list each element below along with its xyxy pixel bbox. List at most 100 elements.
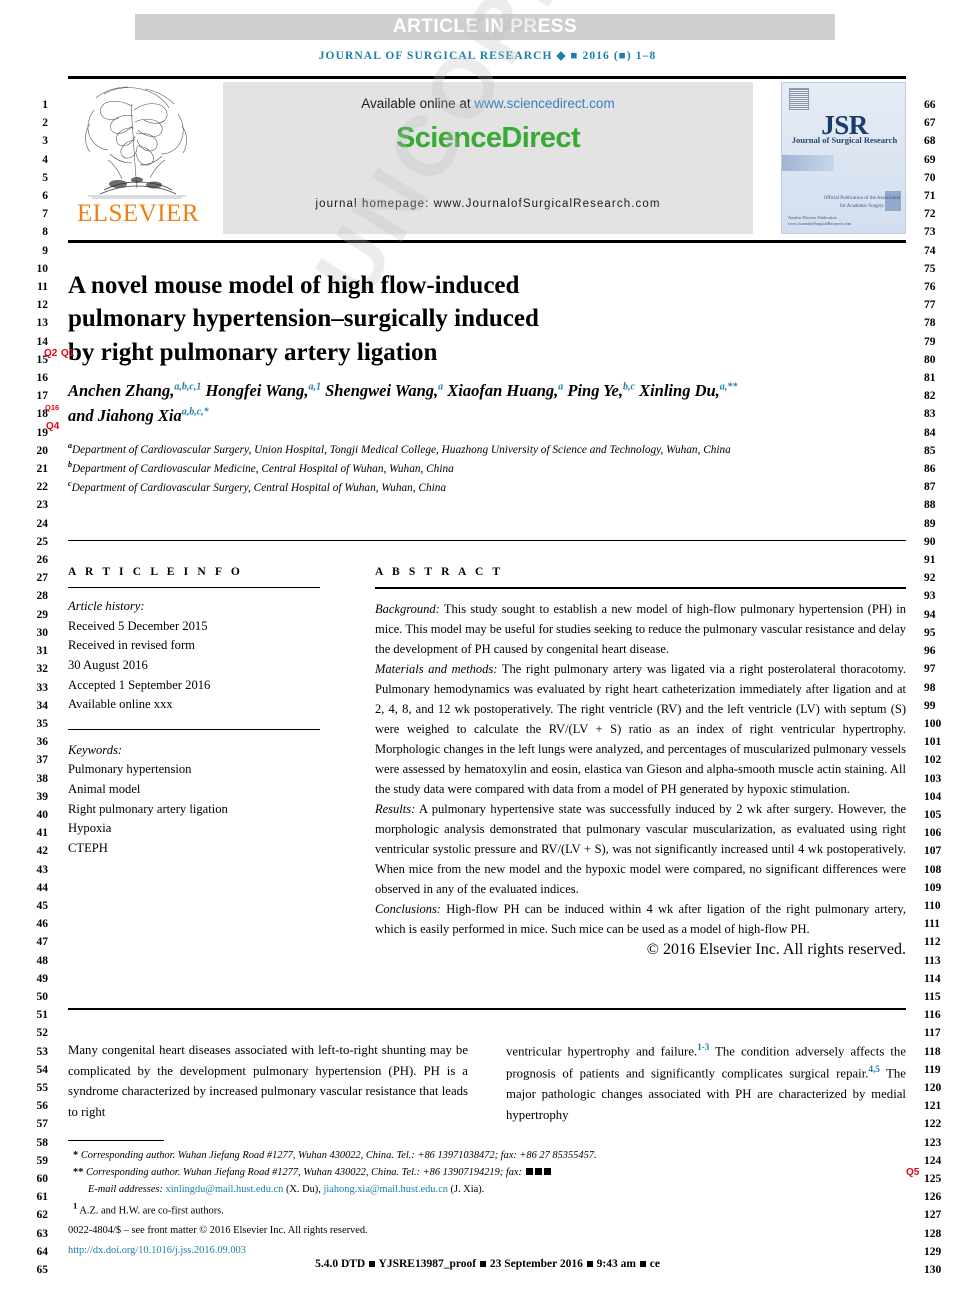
line-number: 96	[924, 645, 936, 658]
banner-divider-bottom	[68, 240, 906, 243]
line-number: 70	[924, 171, 936, 184]
email-link-xia[interactable]: jiahong.xia@mail.hust.edu.cn	[323, 1184, 447, 1195]
author-affiliation-marker: a,b,c,1	[174, 381, 202, 393]
line-number: 112	[924, 936, 941, 949]
line-number: 113	[924, 954, 941, 967]
abstract-section-text: This study sought to establish a new mod…	[375, 602, 906, 656]
author-name: Shengwei Wang,	[325, 381, 439, 400]
line-number: 77	[924, 299, 936, 312]
author-affiliation-marker: a	[558, 381, 564, 393]
cover-association-text: Official Publication of the Association …	[823, 196, 901, 209]
line-number: 6	[42, 190, 48, 203]
query-marker-q1[interactable]: Q1	[61, 348, 74, 359]
line-number: 19	[36, 426, 49, 439]
line-number: 44	[36, 881, 49, 894]
query-marker-q5[interactable]: Q5	[906, 1167, 919, 1178]
journal-homepage-link[interactable]: journal homepage: www.JournalofSurgicalR…	[223, 198, 753, 210]
line-number: 75	[924, 262, 936, 275]
line-number: 31	[36, 645, 49, 658]
line-number: 67	[924, 117, 936, 130]
author-affiliation-marker: a,b,c,*	[181, 406, 209, 418]
line-number: 12	[36, 299, 49, 312]
line-number: 72	[924, 208, 936, 221]
line-number: 4	[42, 153, 48, 166]
keywords-label: Keywords:	[68, 742, 123, 757]
line-number: 23	[36, 499, 49, 512]
keyword-item: Right pulmonary artery ligation	[68, 801, 228, 816]
email-addresses-label: E-mail addresses:	[88, 1183, 166, 1195]
abstract-section: Results: A pulmonary hypertensive state …	[375, 799, 906, 899]
query-marker-q4[interactable]: Q4	[46, 421, 59, 432]
cover-journal-subtitle: Journal of Surgical Research	[791, 135, 898, 145]
line-number: 110	[924, 899, 941, 912]
line-number: 61	[36, 1191, 49, 1204]
line-number: 81	[924, 372, 936, 385]
line-number: 118	[924, 1045, 941, 1058]
footer-separator-icon	[586, 1261, 593, 1267]
line-number: 100	[924, 717, 942, 730]
info-section-divider	[68, 540, 906, 541]
footnote-marker-single-asterisk: *	[73, 1150, 79, 1161]
line-number: 53	[36, 1045, 49, 1058]
abstract-copyright: © 2016 Elsevier Inc. All rights reserved…	[646, 941, 906, 958]
abstract-section: Background: This study sought to establi…	[375, 599, 906, 659]
author-affiliation-marker: a,1	[308, 381, 321, 393]
author-affiliation-marker: b,c	[623, 381, 635, 393]
abstract-section-text: A pulmonary hypertensive state was succe…	[375, 802, 906, 896]
footnote-divider	[68, 1140, 164, 1141]
author-list: Anchen Zhang,a,b,c,1 Hongfei Wang,a,1 Sh…	[68, 378, 748, 428]
line-number: 58	[36, 1136, 49, 1149]
sciencedirect-url-link[interactable]: www.sciencedirect.com	[474, 96, 614, 111]
abstract-column: A B S T R A C T Background: This study s…	[375, 566, 906, 959]
abstract-section-label: Materials and methods:	[375, 662, 498, 676]
footnote-block: * Corresponding author. Wuhan Jiefang Ro…	[68, 1148, 868, 1260]
footer-code: ce	[649, 1258, 660, 1270]
article-title-line-3: by right pulmonary artery ligation	[68, 338, 438, 366]
citation-reference[interactable]: 4,5	[868, 1064, 879, 1074]
line-number: 95	[924, 626, 936, 639]
line-number: 55	[36, 1081, 49, 1094]
journal-running-head: JOURNAL OF SURGICAL RESEARCH ◆ ■ 2016 (■…	[318, 50, 657, 62]
line-number: 63	[36, 1227, 49, 1240]
author-name: Xinling Du,	[639, 381, 720, 400]
elsevier-tree-emblem	[85, 86, 187, 199]
footnote-corresponding-2: ** Corresponding author. Wuhan Jiefang R…	[68, 1165, 868, 1182]
query-marker-q2[interactable]: Q2	[44, 348, 57, 359]
keyword-item: Pulmonary hypertension	[68, 762, 192, 777]
line-number: 73	[924, 226, 936, 239]
line-numbers-right: 66 67 68 69 70 71 72 73 74 75 76 77 78 79 80 81 82 83 84 85…	[924, 96, 952, 1279]
citation-reference[interactable]: 1-3	[697, 1042, 709, 1052]
keyword-item: Hypoxia	[68, 821, 112, 836]
line-number: 109	[924, 881, 942, 894]
line-number: 42	[36, 845, 49, 858]
cover-elsevier-mark-icon	[789, 88, 809, 110]
sciencedirect-logo: ScienceDirect	[395, 122, 581, 154]
author-affiliation-marker: a	[438, 381, 444, 393]
line-number: 99	[924, 699, 936, 712]
affiliation-text: Department of Cardiovascular Surgery, Un…	[72, 443, 731, 456]
email-link-du[interactable]: xinlingdu@mail.hust.edu.cn	[166, 1184, 284, 1195]
abstract-section-text: High-flow PH can be induced within 4 wk …	[375, 902, 906, 936]
line-number: 13	[36, 317, 49, 330]
line-number: 37	[36, 754, 49, 767]
header-divider-top	[68, 76, 906, 79]
author-name: Anchen Zhang,	[68, 381, 175, 400]
line-number: 108	[924, 863, 942, 876]
article-history-lines: Received 5 December 2015 Received in revi…	[68, 617, 320, 715]
line-number: 102	[924, 754, 942, 767]
article-info-rule-2	[68, 728, 320, 730]
line-number: 22	[36, 481, 49, 494]
author-name: Hongfei Wang,	[205, 381, 309, 400]
line-number: 51	[36, 1009, 49, 1022]
footer-separator-icon	[369, 1261, 376, 1267]
abstract-section: Conclusions: High-flow PH can be induced…	[375, 899, 906, 939]
abstract-section-text: The right pulmonary artery was ligated v…	[375, 662, 907, 796]
query-marker-q16[interactable]: Q16	[45, 403, 59, 412]
line-number: 2	[42, 117, 48, 130]
doi-link[interactable]: http://dx.doi.org/10.1016/j.jss.2016.09.…	[68, 1243, 868, 1260]
line-number: 119	[924, 1063, 941, 1076]
line-number: 24	[36, 517, 49, 530]
footnote-marker-one: 1	[73, 1200, 78, 1211]
line-number: 115	[924, 990, 941, 1003]
affiliation-text: Department of Cardiovascular Surgery, Ce…	[71, 481, 447, 494]
